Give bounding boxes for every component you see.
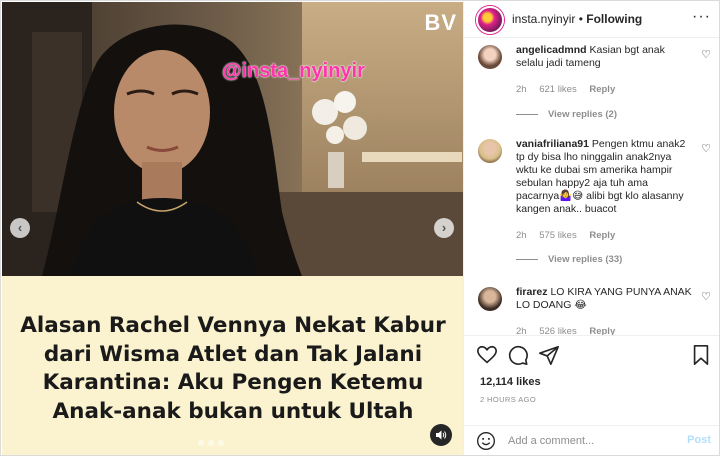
account-username[interactable]: insta.nyinyir	[512, 12, 575, 26]
comment-input[interactable]	[508, 432, 668, 450]
separator-dot: •	[578, 12, 583, 26]
watermark-text: @insta_nyinyir	[222, 60, 365, 82]
view-replies-label: View replies (33)	[548, 254, 623, 265]
comment-likes[interactable]: 621 likes	[539, 84, 577, 95]
reply-button[interactable]: Reply	[589, 230, 615, 241]
like-comment-heart-icon[interactable]: ♡	[701, 290, 711, 303]
photo-illustration	[2, 2, 463, 276]
comment-text: angelicadmnd Kasian bgt anak selalu jadi…	[516, 44, 694, 70]
speaker-icon	[436, 430, 447, 440]
comment-meta: 2h 575 likes Reply	[516, 230, 625, 241]
comment-text: vaniafriliana91 Pengen ktmu anak2 tp dy …	[516, 138, 694, 216]
comment-age: 2h	[516, 84, 527, 95]
commenter-avatar[interactable]	[478, 45, 502, 69]
comment-age: 2h	[516, 326, 527, 335]
comment-username[interactable]: angelicadmnd	[516, 44, 587, 56]
slide-indicator	[198, 440, 224, 446]
comment-icon[interactable]	[507, 344, 529, 366]
headline-line: Karantina: Aku Pengen Ketemu	[42, 370, 424, 395]
speaker-icon[interactable]	[430, 424, 452, 446]
comment-likes[interactable]: 575 likes	[539, 230, 577, 241]
headline-line: Alasan Rachel Vennya Nekat Kabur	[20, 313, 446, 338]
channel-logo: BV	[424, 10, 457, 35]
previous-slide-button[interactable]: ‹	[10, 218, 30, 238]
post-sidebar: insta.nyinyir • Following ··· angelicadm…	[463, 2, 719, 455]
post-timestamp[interactable]: 2 HOURS AGO	[480, 395, 536, 404]
headline-line: dari Wisma Atlet dan Tak Jalani	[43, 341, 423, 367]
comment-age: 2h	[516, 230, 527, 241]
likes-count[interactable]: 12,114 likes	[480, 376, 541, 388]
headline-card: Alasan Rachel Vennya Nekat Kabur dari Wi…	[2, 276, 463, 455]
emoji-icon[interactable]	[476, 431, 496, 451]
divider-line	[516, 113, 538, 115]
comment-text: firarez LO KIRA YANG PUNYA ANAK LO DOANG…	[516, 286, 694, 312]
view-replies-label: View replies (2)	[548, 109, 617, 120]
comment-composer: Post	[464, 425, 719, 455]
heart-icon[interactable]	[476, 344, 498, 366]
headline-text: Alasan Rachel Vennya Nekat Kabur dari Wi…	[8, 312, 458, 426]
post-actions: 12,114 likes 2 HOURS AGO	[464, 335, 719, 425]
view-replies-button[interactable]: View replies (2)	[516, 109, 617, 120]
comments-list[interactable]: angelicadmnd Kasian bgt anak selalu jadi…	[464, 39, 719, 335]
instagram-post-window: BV @insta_nyinyir Alasan Rachel Vennya N…	[0, 0, 720, 456]
commenter-avatar[interactable]	[478, 287, 502, 311]
divider-line	[516, 258, 538, 260]
reply-button[interactable]: Reply	[589, 84, 615, 95]
interview-photo: BV @insta_nyinyir	[2, 2, 463, 276]
headline-line: Anak-anak bukan untuk Ultah	[52, 398, 414, 424]
commenter-avatar[interactable]	[478, 139, 502, 163]
post-header: insta.nyinyir • Following ···	[464, 2, 719, 38]
comment-likes[interactable]: 526 likes	[539, 326, 577, 335]
account-avatar[interactable]	[476, 6, 504, 34]
following-button[interactable]: Following	[586, 12, 642, 26]
like-comment-heart-icon[interactable]: ♡	[701, 48, 711, 61]
bookmark-icon[interactable]	[690, 344, 712, 366]
post-media[interactable]: BV @insta_nyinyir Alasan Rachel Vennya N…	[2, 2, 463, 455]
more-options-icon[interactable]: ···	[692, 8, 711, 26]
comment-username[interactable]: vaniafriliana91	[516, 138, 589, 150]
like-comment-heart-icon[interactable]: ♡	[701, 142, 711, 155]
view-replies-button[interactable]: View replies (33)	[516, 254, 622, 265]
next-slide-button[interactable]: ›	[434, 218, 454, 238]
account-header-line: insta.nyinyir • Following	[512, 12, 642, 26]
comment-meta: 2h 526 likes Reply	[516, 326, 625, 335]
comment-meta: 2h 621 likes Reply	[516, 84, 625, 95]
share-icon[interactable]	[538, 344, 560, 366]
comment-username[interactable]: firarez	[516, 286, 548, 298]
reply-button[interactable]: Reply	[589, 326, 615, 335]
post-comment-button[interactable]: Post	[687, 434, 711, 446]
